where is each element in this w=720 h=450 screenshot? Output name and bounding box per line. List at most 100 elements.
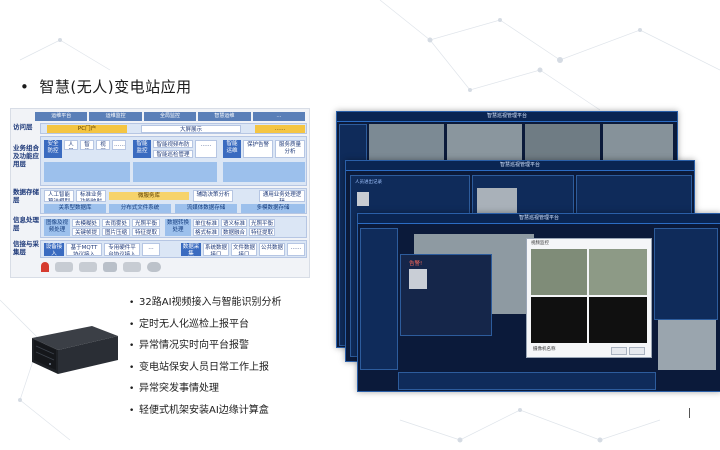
block: …… xyxy=(255,125,305,133)
block: 格式标准 xyxy=(193,228,219,236)
camera-icon xyxy=(79,262,97,272)
feature-text: 32路AI视频接入与智能识别分析 xyxy=(139,297,282,308)
dialog-button[interactable] xyxy=(629,347,645,355)
block: 智能监控 xyxy=(133,140,151,158)
camera-feed xyxy=(369,124,444,164)
block: 分布式文件系统 xyxy=(109,204,171,213)
block: 特征提取 xyxy=(249,228,275,236)
camera-feed xyxy=(603,124,673,164)
block: …… xyxy=(195,140,217,158)
feature-text: 异常突发事情处理 xyxy=(139,383,219,395)
person-photo xyxy=(357,192,369,206)
feature-text: 变电站保安人员日常工作上报 xyxy=(139,361,269,373)
block: 保护告警 xyxy=(243,140,273,158)
dome-camera-icon xyxy=(147,262,161,272)
alert-title: 告警! xyxy=(409,261,423,267)
row-body: 安全防控 人员 智能 视频 …… 智能监控 智能视频布防 智能巡检管理 …… 智… xyxy=(40,136,307,186)
block: 服务质量分析 xyxy=(275,140,305,158)
bottom-toolbar xyxy=(398,372,656,390)
block: 公共数据 xyxy=(259,243,285,256)
camera-feed xyxy=(447,124,522,164)
sensor-icon xyxy=(123,262,141,272)
block: 单位标准 xyxy=(193,219,219,227)
slide-title: • 智慧(无人)变电站应用 xyxy=(20,76,192,97)
feature-text: 异常情况实时向平台报警 xyxy=(139,340,249,352)
block-group xyxy=(223,162,305,182)
architecture-diagram: 运维平台 运维监控 全局监控 智慧运维 … 访问层 PC门户 大屏展示 …… 业… xyxy=(10,108,310,278)
block: 关键帧提取 xyxy=(72,228,100,236)
alert-photo xyxy=(409,269,427,289)
dialog-title: 视频监控 xyxy=(531,241,549,246)
block: 大屏展示 xyxy=(141,125,241,133)
row-data-storage-layer: 数据存储层 人工智能算法模型库 标准业务功能映射 微服务库 辅助决策分析 通用业… xyxy=(13,188,307,214)
side-list xyxy=(360,228,398,370)
block: 系统数据接口 xyxy=(203,243,229,256)
camera-icon xyxy=(55,262,73,272)
block: 数据融合 xyxy=(221,228,247,236)
page-marker xyxy=(689,408,690,418)
row-body: 图像及视频处理 去模糊处理 关键帧提取 去雨雾处理 图片压缩 光照平衡 特征提取… xyxy=(40,216,307,238)
block: 智能视频布防 xyxy=(153,140,193,148)
feature-item: • 32路AI视频接入与智能识别分析 xyxy=(129,297,282,308)
block: 标准业务功能映射 xyxy=(76,190,106,202)
alarm-light-icon xyxy=(41,262,49,272)
block: 关系型数据库 xyxy=(44,204,106,213)
screenshot-header: 智慧巡视管理平台 xyxy=(337,112,677,122)
block: 数据转换处理 xyxy=(165,219,191,236)
top-tab: … xyxy=(252,112,306,121)
block: 光照平衡 xyxy=(249,219,275,227)
title-bullet: • xyxy=(20,78,30,96)
block: 智能巡检管理 xyxy=(153,150,193,158)
screenshot-front: 智慧巡视管理平台 告警! 视频监控 摄像机名称 xyxy=(357,213,720,392)
block: 图片压缩 xyxy=(102,228,130,236)
row-body: PC门户 大屏展示 …… xyxy=(40,123,307,134)
rack-server-image xyxy=(32,326,118,374)
block: 安全防控 xyxy=(44,140,62,158)
block-group xyxy=(133,162,217,182)
block: …… xyxy=(287,243,305,256)
camera-icon xyxy=(103,262,117,272)
block: 去模糊处理 xyxy=(72,219,100,227)
block: 特征提取 xyxy=(132,228,160,236)
hardware-icons xyxy=(41,259,191,275)
row-label: 访问层 xyxy=(13,123,33,131)
panel-title: 人员进出记录 xyxy=(355,180,382,185)
screenshot-header: 智慧巡视管理平台 xyxy=(346,161,694,171)
top-tab: 运维监控 xyxy=(89,112,142,121)
camera-feed xyxy=(658,320,716,370)
block: …… xyxy=(112,140,126,150)
dialog-button[interactable] xyxy=(611,347,627,355)
block: 语义标准 xyxy=(221,219,247,227)
row-access-layer: 访问层 PC门户 大屏展示 …… xyxy=(13,123,307,134)
block: 数据采集 xyxy=(181,243,201,256)
alert-popup: 告警! xyxy=(400,254,492,336)
block: 专用硬件平台协议接入 xyxy=(104,243,140,256)
block: PC门户 xyxy=(47,125,127,133)
block: 去雨雾处理 xyxy=(102,219,130,227)
feature-text: 轻便式机架安装AI边缘计算盒 xyxy=(139,404,269,416)
feature-item: • 变电站保安人员日常工作上报 xyxy=(129,361,269,373)
feature-text: 定时无人化巡检上报平台 xyxy=(139,318,249,330)
row-body: 设备接入 基于MQTT协议接入 专用硬件平台协议接入 … 数据采集 系统数据接口… xyxy=(40,240,307,258)
row-label: 业务组合及功能应用层 xyxy=(13,144,39,168)
row-body: 人工智能算法模型库 标准业务功能映射 微服务库 辅助决策分析 通用业务处理逻辑 … xyxy=(40,188,307,214)
top-tab: 智慧运维 xyxy=(198,112,251,121)
block: 多模数据存储 xyxy=(241,204,305,213)
dialog-footer: 摄像机名称 xyxy=(533,347,556,352)
block: 人工智能算法模型库 xyxy=(44,190,74,202)
video-tile xyxy=(531,297,587,343)
row-collection-layer: 信接与采集层 设备接入 基于MQTT协议接入 专用硬件平台协议接入 … 数据采集… xyxy=(13,240,307,258)
screenshot-header: 智慧巡视管理平台 xyxy=(358,214,720,224)
row-label: 数据存储层 xyxy=(13,188,39,204)
video-tile xyxy=(589,297,647,343)
feature-item: • 轻便式机架安装AI边缘计算盒 xyxy=(129,404,269,416)
camera-feed xyxy=(525,124,600,164)
block: 智能运维 xyxy=(223,140,241,158)
screenshot-title: 智慧巡视管理平台 xyxy=(486,113,527,119)
video-tile xyxy=(531,249,587,295)
feature-item: • 定时无人化巡检上报平台 xyxy=(129,318,249,330)
top-tab: 运维平台 xyxy=(35,112,88,121)
block: 智能 xyxy=(80,140,94,150)
screenshot-title: 智慧巡视管理平台 xyxy=(518,215,559,221)
block: 流媒体数据存储 xyxy=(175,204,237,213)
